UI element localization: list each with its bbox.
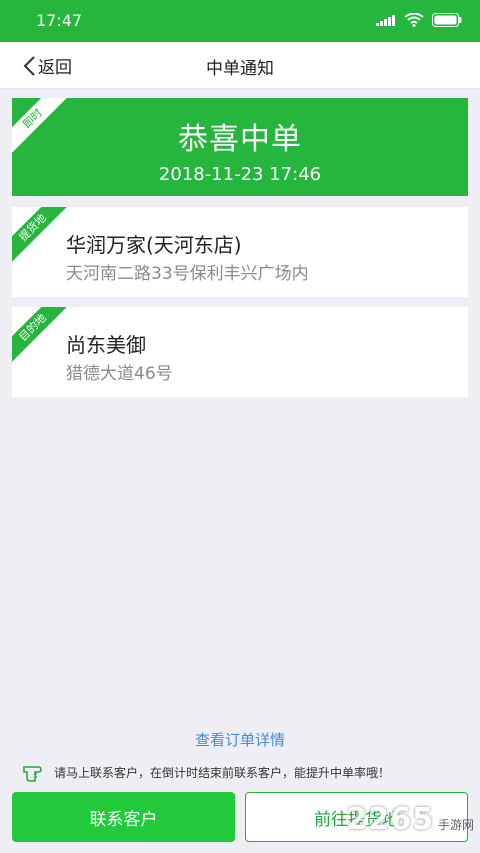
nav-bar: 返回 中单通知 [0, 42, 480, 89]
go-to-pickup-label: 前往提货地 [314, 809, 399, 830]
tip-text: 请马上联系客户，在倒计时结束前联系客户，能提升中单率哦！ [54, 765, 391, 780]
page-title: 中单通知 [206, 59, 274, 79]
pointing-hand-icon [23, 766, 42, 782]
pickup-ribbon: 提货地 [12, 207, 70, 265]
destination-card: 目的地 尚东美御 猎德大道46号 [12, 307, 468, 397]
signal-icon [376, 15, 395, 26]
status-icons [376, 13, 462, 27]
destination-name: 尚东美御 [66, 333, 146, 357]
view-order-details-link[interactable]: 查看订单详情 [0, 729, 480, 750]
pickup-card: 提货地 华润万家(天河东店) 天河南二路33号保利丰兴广场内 [12, 207, 468, 297]
contact-tip: 请马上联系客户，在倒计时结束前联系客户，能提升中单率哦！ [22, 761, 462, 783]
pickup-address: 天河南二路33号保利丰兴广场内 [66, 264, 309, 284]
contact-customer-label: 联系客户 [89, 809, 158, 830]
destination-ribbon: 目的地 [12, 307, 70, 365]
order-success-banner: 即时 恭喜中单 2018-11-23 17:46 [12, 98, 468, 196]
destination-address: 猎德大道46号 [66, 364, 173, 384]
success-title: 恭喜中单 [178, 122, 302, 157]
status-time: 17:47 [36, 11, 83, 30]
contact-customer-button[interactable]: 联系客户 [12, 792, 235, 842]
pickup-name: 华润万家(天河东店) [66, 233, 242, 257]
battery-icon [432, 13, 462, 27]
wifi-icon [404, 13, 424, 27]
status-bar: 17:47 [0, 0, 480, 42]
go-to-pickup-button[interactable]: 前往提货地 [245, 792, 468, 842]
order-datetime: 2018-11-23 17:46 [158, 164, 322, 185]
